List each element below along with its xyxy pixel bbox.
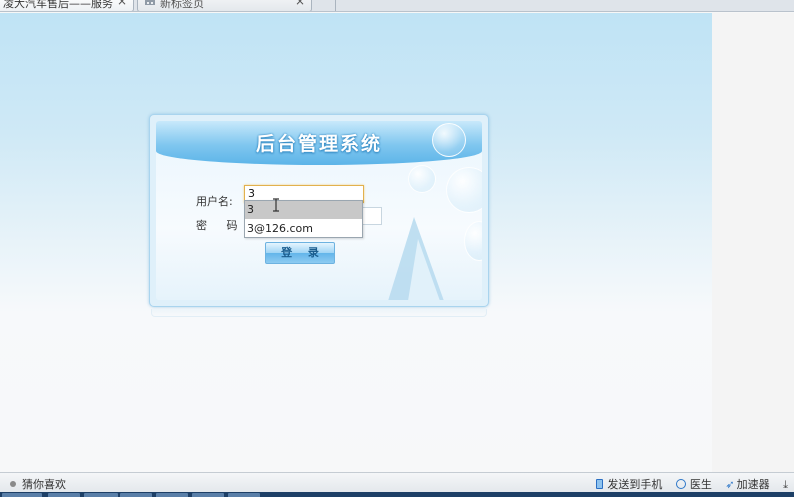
os-taskbar (0, 492, 794, 497)
status-tools: 发送到手机 医生 ➶ 加速器 ⤓ (586, 476, 788, 492)
taskbar-button[interactable] (156, 493, 188, 497)
bubble-decoration (446, 167, 482, 213)
taskbar-button[interactable] (2, 493, 42, 497)
taskbar-button[interactable] (228, 493, 260, 497)
taskbar-button[interactable] (48, 493, 80, 497)
send-to-phone-button[interactable]: 发送到手机 (596, 478, 662, 491)
autocomplete-item[interactable]: 3 (245, 201, 362, 219)
autocomplete-dropdown: 3 3@126.com (244, 200, 363, 238)
download-icon[interactable]: ⤓ (783, 478, 788, 492)
status-bar: 猜你喜欢 发送到手机 医生 ➶ 加速器 ⤓ (0, 472, 794, 492)
doctor-button[interactable]: 医生 (675, 478, 712, 491)
tab-title: 新标签页 (160, 0, 204, 10)
username-label: 用户名: (196, 195, 233, 208)
doctor-label: 医生 (689, 478, 712, 491)
taskbar-button[interactable] (84, 493, 118, 497)
new-tab-button[interactable] (316, 0, 336, 11)
doctor-icon (675, 479, 686, 489)
tab-new[interactable]: 新标签页 × (137, 0, 312, 11)
water-drop-highlight (408, 239, 440, 300)
accelerator-button[interactable]: ➶ 加速器 (725, 478, 769, 491)
side-pane (712, 13, 794, 472)
panel-reflection (151, 309, 487, 317)
phone-icon (596, 479, 604, 489)
bubble-decoration (464, 221, 482, 261)
text-cursor-icon (273, 198, 279, 212)
send-to-phone-label: 发送到手机 (607, 478, 663, 491)
grid-icon (145, 0, 155, 5)
tab-active[interactable]: 凌大汽车售后——服务管理 × (0, 0, 134, 11)
taskbar-button[interactable] (192, 493, 224, 497)
bubble-decoration (432, 123, 466, 157)
dot-icon (10, 481, 16, 487)
taskbar-button[interactable] (120, 493, 152, 497)
close-icon[interactable]: × (117, 0, 127, 8)
login-button[interactable]: 登 录 (265, 242, 335, 264)
close-icon[interactable]: × (295, 0, 305, 8)
accelerator-label: 加速器 (736, 478, 770, 491)
browser-tab-strip: 凌大汽车售后——服务管理 × 新标签页 × (0, 0, 794, 12)
guess-you-like-label: 猜你喜欢 (22, 478, 66, 491)
guess-you-like[interactable]: 猜你喜欢 (10, 476, 66, 492)
rocket-icon: ➶ (725, 478, 735, 491)
bubble-decoration (408, 165, 436, 193)
tab-title: 凌大汽车售后——服务管理 (3, 0, 113, 10)
autocomplete-item[interactable]: 3@126.com (245, 220, 362, 238)
